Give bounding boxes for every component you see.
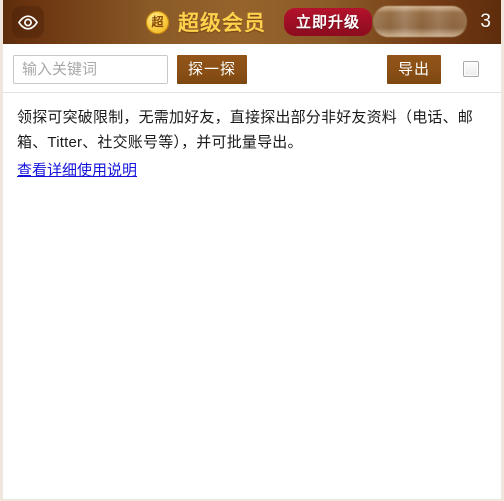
feature-description: 领探可突破限制，无需加好友，直接探出部分非好友资料（电话、邮箱、Titter、社… — [17, 109, 474, 151]
app-header: 超 超级会员 立即升级 3 — [3, 0, 501, 44]
upgrade-now-button[interactable]: 立即升级 — [284, 8, 373, 36]
vip-title: 超级会员 — [178, 12, 266, 35]
search-input[interactable] — [13, 55, 168, 84]
probe-button[interactable]: 探一探 — [177, 55, 248, 84]
export-button[interactable]: 导出 — [386, 55, 441, 84]
app-window: 超 超级会员 立即升级 3 探一探 导出 领探可突破限制，无需加好友，直接探出部… — [0, 0, 504, 501]
vip-badge-icon: 超 — [146, 10, 169, 34]
content-area: 领探可突破限制，无需加好友，直接探出部分非好友资料（电话、邮箱、Titter、社… — [3, 93, 501, 182]
username-redacted[interactable] — [373, 6, 467, 37]
eye-icon — [17, 14, 39, 30]
message-count-badge[interactable]: 3 — [480, 0, 491, 44]
eye-icon-tile[interactable] — [12, 6, 44, 38]
vip-group: 超 超级会员 立即升级 — [146, 0, 373, 44]
results-area — [3, 185, 501, 499]
select-all-checkbox[interactable] — [463, 61, 479, 77]
help-link[interactable]: 查看详细使用说明 — [17, 160, 137, 182]
search-toolbar: 探一探 导出 — [3, 44, 501, 93]
